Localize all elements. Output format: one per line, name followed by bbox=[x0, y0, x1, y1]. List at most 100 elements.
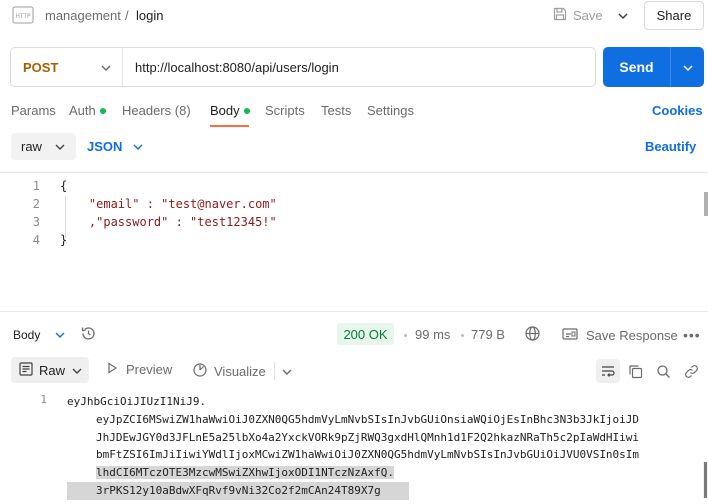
response-line: JhJDEwJGY0d3JFLnE5a25lbXo4a2YxckVORk9pZj… bbox=[96, 430, 640, 444]
response-body-text[interactable]: eyJhbGciOiJIUzI1NiJ9. eyJpZCI6MSwiZW1haW… bbox=[67, 393, 689, 500]
more-options-icon[interactable]: ••• bbox=[683, 327, 701, 343]
save-response-icon bbox=[562, 327, 578, 344]
tab-label: Params bbox=[11, 103, 56, 118]
tab-label: Auth bbox=[69, 103, 96, 118]
selected-text: lhdCI6MTczOTE3MzcwMSwiZXhwIjoxODI1NTczNz… bbox=[96, 466, 395, 480]
status-dot-icon bbox=[243, 107, 250, 114]
tab-label: Scripts bbox=[265, 103, 305, 118]
selected-text: 3rPKS12y10aBdwXFqRvf9vNi32Co2f2mCAn24T89… bbox=[67, 481, 409, 500]
request-tabs: Params Auth Headers (8) Body Scripts Tes… bbox=[0, 100, 708, 128]
visualize-button[interactable]: Visualize bbox=[192, 362, 266, 381]
link-icon[interactable] bbox=[679, 359, 703, 383]
cookies-link[interactable]: Cookies bbox=[652, 103, 703, 118]
tab-tests[interactable]: Tests bbox=[321, 103, 351, 118]
body-mode-select[interactable]: raw bbox=[11, 133, 76, 160]
editor-scrollbar[interactable] bbox=[704, 192, 708, 216]
line-number: 1 bbox=[32, 179, 40, 193]
http-request-icon: HTTP bbox=[12, 6, 34, 24]
line-number: 3 bbox=[32, 215, 40, 229]
breadcrumb-parent[interactable]: management bbox=[45, 8, 121, 23]
tab-auth[interactable]: Auth bbox=[69, 103, 106, 118]
top-bar: HTTP management / login Save Share bbox=[0, 0, 708, 32]
line-number: 2 bbox=[32, 197, 40, 211]
response-section-select[interactable]: Body bbox=[13, 328, 66, 342]
status-badge[interactable]: 200 OK bbox=[337, 323, 394, 345]
response-view-select[interactable]: Raw bbox=[11, 357, 89, 383]
view-mode-label: Raw bbox=[39, 362, 66, 378]
response-line: eyJhbGciOiJIUzI1NiJ9. bbox=[67, 395, 207, 408]
response-size[interactable]: 779 B bbox=[471, 327, 505, 342]
search-icon[interactable] bbox=[651, 359, 675, 383]
tab-label: Headers bbox=[122, 103, 172, 118]
indent-guide bbox=[65, 196, 66, 238]
response-section-label: Body bbox=[13, 328, 41, 342]
tab-count: (8) bbox=[174, 103, 191, 118]
code-text: } bbox=[60, 233, 68, 247]
response-status-bar: Body 200 OK 99 ms 779 B Save Response ••… bbox=[0, 320, 708, 348]
status-dot-icon bbox=[99, 107, 106, 114]
save-response-button[interactable]: Save Response bbox=[562, 327, 678, 344]
editor-line: 1 { bbox=[0, 179, 708, 197]
floppy-disk-icon bbox=[553, 7, 567, 24]
body-mode-label: raw bbox=[21, 139, 42, 154]
globe-icon[interactable] bbox=[524, 325, 541, 345]
separator-dot bbox=[461, 334, 464, 337]
code-text: ,"password" : "test12345!" bbox=[60, 215, 277, 229]
visualize-options-dropdown[interactable] bbox=[274, 362, 293, 380]
wrap-lines-icon[interactable] bbox=[596, 359, 620, 383]
editor-line: 3 ,"password" : "test12345!" bbox=[0, 215, 708, 233]
chevron-down-icon bbox=[281, 364, 293, 379]
editor-line: 2 "email" : "test@naver.com" bbox=[0, 197, 708, 215]
send-button[interactable]: Send bbox=[603, 47, 704, 87]
active-tab-indicator bbox=[210, 125, 249, 127]
save-options-dropdown[interactable] bbox=[610, 4, 636, 26]
chevron-down-icon bbox=[54, 139, 66, 154]
chevron-down-icon bbox=[617, 8, 629, 23]
breadcrumb-separator: / bbox=[125, 8, 129, 23]
preview-label: Preview bbox=[126, 362, 173, 377]
line-number: 1 bbox=[40, 393, 47, 406]
request-url-bar: POST http://localhost:8080/api/users/log… bbox=[10, 47, 596, 87]
save-button[interactable]: Save bbox=[553, 4, 603, 26]
response-line: bmFtZSI6ImJiIiwiYWdlIjoxMCwiZW1haWwiOiJ0… bbox=[96, 448, 640, 462]
history-icon[interactable] bbox=[80, 325, 97, 345]
response-line: lhdCI6MTczOTE3MzcwMSwiZXhwIjoxODI1NTczNz… bbox=[67, 464, 689, 482]
response-line: eyJpZCI6MSwiZW1haWwiOiJ0ZXN0QG5hdmVyLmNv… bbox=[96, 412, 640, 426]
save-response-label: Save Response bbox=[586, 328, 678, 343]
chevron-down-icon bbox=[132, 139, 144, 154]
tab-label: Tests bbox=[321, 103, 352, 118]
preview-button[interactable]: Preview bbox=[106, 362, 172, 377]
send-options-dropdown[interactable] bbox=[671, 60, 704, 75]
tab-headers[interactable]: Headers (8) bbox=[122, 103, 191, 118]
tab-params[interactable]: Params bbox=[11, 103, 56, 118]
editor-line: 4 } bbox=[0, 233, 708, 251]
play-icon bbox=[106, 362, 118, 377]
separator-dot bbox=[404, 334, 407, 337]
method-select[interactable]: POST bbox=[11, 48, 123, 86]
chevron-down-icon bbox=[682, 60, 694, 75]
method-label: POST bbox=[23, 59, 59, 75]
chevron-down-icon bbox=[100, 60, 112, 75]
copy-icon[interactable] bbox=[623, 359, 647, 383]
chevron-down-icon bbox=[71, 363, 83, 378]
body-language-select[interactable]: JSON bbox=[87, 139, 144, 154]
beautify-button[interactable]: Beautify bbox=[645, 139, 696, 154]
document-icon bbox=[19, 361, 33, 379]
response-scrollbar[interactable] bbox=[704, 462, 707, 498]
share-button[interactable]: Share bbox=[644, 1, 704, 30]
save-label: Save bbox=[573, 7, 603, 23]
tab-label: Settings bbox=[367, 103, 414, 118]
line-number: 4 bbox=[32, 233, 40, 247]
response-time[interactable]: 99 ms bbox=[415, 327, 450, 342]
breadcrumb-current[interactable]: login bbox=[136, 8, 163, 23]
response-line: 3rPKS12y10aBdwXFqRvf9vNi32Co2f2mCAn24T89… bbox=[67, 481, 689, 500]
tab-settings[interactable]: Settings bbox=[367, 103, 414, 118]
send-label: Send bbox=[619, 59, 654, 75]
chevron-down-icon bbox=[54, 328, 66, 342]
tab-body[interactable]: Body bbox=[210, 103, 250, 118]
tab-scripts[interactable]: Scripts bbox=[265, 103, 305, 118]
svg-text:HTTP: HTTP bbox=[15, 13, 31, 20]
visualize-label: Visualize bbox=[214, 364, 266, 379]
url-input[interactable]: http://localhost:8080/api/users/login bbox=[123, 60, 339, 75]
code-text: { bbox=[60, 179, 68, 193]
